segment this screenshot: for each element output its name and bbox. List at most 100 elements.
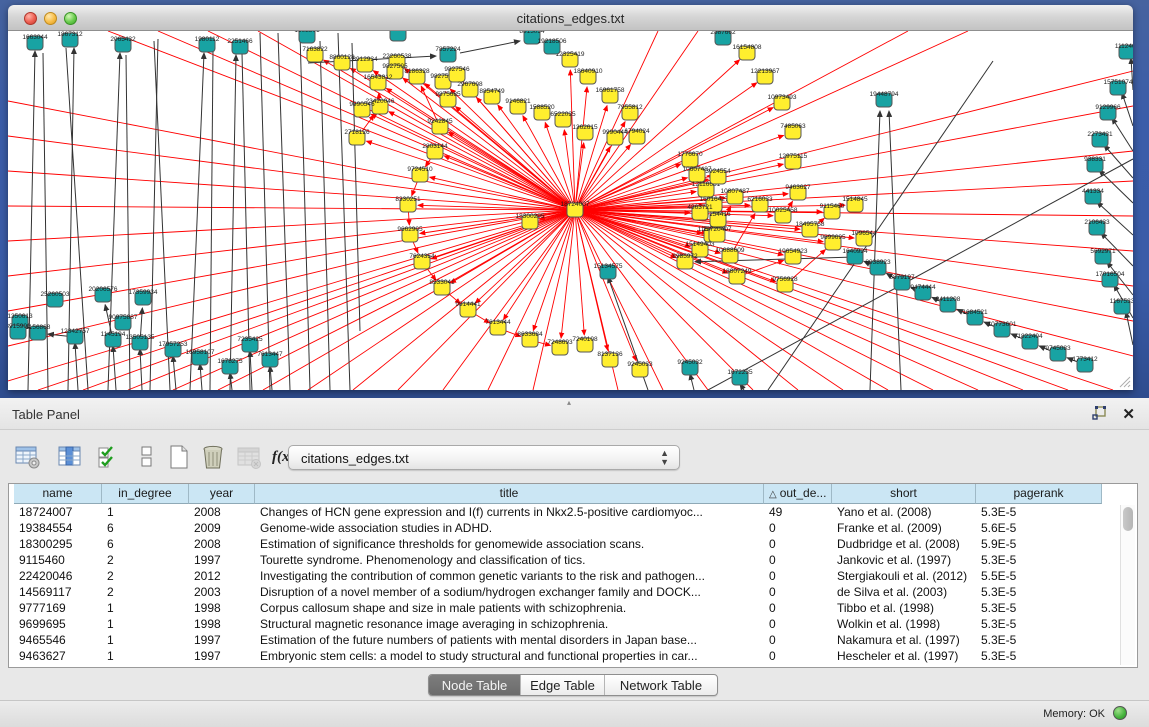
network-node[interactable]: 2273431 [1087,131,1113,147]
network-window-titlebar[interactable]: citations_edges.txt [8,5,1133,31]
scrollbar-thumb[interactable] [1123,507,1133,531]
network-node[interactable]: 8137136 [597,351,623,367]
network-node[interactable]: 1145194 [101,331,126,347]
network-node[interactable]: 19654923 [779,248,808,264]
table-row[interactable]: 911546021997Tourette syndrome. Phenomeno… [9,553,1109,569]
network-node[interactable]: 2887662 [710,31,736,45]
network-node[interactable]: 9245033 [627,361,653,377]
network-node[interactable]: 1167533 [1110,298,1133,314]
black-edge[interactable] [1122,93,1133,126]
black-edge[interactable] [708,159,1133,390]
network-node[interactable]: 17957253 [159,341,188,357]
network-node[interactable]: 16154808 [733,44,762,60]
network-node[interactable]: 1514845 [842,196,868,212]
network-node[interactable]: 1112404 [1115,43,1133,59]
splitter-handle[interactable]: ▴ [567,398,571,407]
network-node[interactable]: 8938923 [865,259,891,275]
show-column-icon[interactable] [57,444,83,470]
network-node[interactable]: 2803144 [422,143,448,159]
float-panel-icon[interactable] [1092,406,1107,421]
network-node[interactable]: 7163822 [302,46,328,62]
black-edge[interactable] [75,343,78,390]
network-node[interactable]: 9745083 [1045,345,1071,361]
column-header-title[interactable]: title [255,484,764,504]
column-header-short[interactable]: short [832,484,976,504]
network-node[interactable]: 8330251 [395,196,421,212]
table-row[interactable]: 977716911998Corpus callosum shape and si… [9,601,1109,617]
red-edge[interactable] [8,210,575,276]
black-edge[interactable] [173,356,176,390]
table-row[interactable]: 946362711997Embryonic stem cells: a mode… [9,649,1109,665]
table-row[interactable]: 969969511998Structural magnetic resonanc… [9,617,1109,633]
network-node[interactable]: 7240108 [572,336,598,352]
network-node[interactable]: 16033809 [384,31,413,41]
delete-attribute-icon[interactable] [200,444,226,470]
resize-grip-icon[interactable] [1117,374,1131,388]
table-select-dropdown[interactable]: citations_edges.txt ▲▼ [288,445,680,470]
red-edge[interactable] [308,210,575,390]
network-node[interactable]: 15134575 [594,263,623,279]
red-edge[interactable] [575,31,658,210]
network-node[interactable]: 938331 [1084,156,1106,172]
table-scrollbar[interactable] [1120,505,1135,665]
red-edge[interactable] [8,206,575,210]
network-node[interactable]: 9115460 [820,203,845,219]
network-node[interactable]: 90975887 [109,314,138,330]
red-edge[interactable] [533,210,575,390]
network-node[interactable]: 1096544 [851,230,877,246]
network-node[interactable]: 1773412 [1072,356,1098,372]
red-edge[interactable] [8,136,575,210]
network-node[interactable]: 16961758 [596,87,625,103]
tab-edge-table[interactable]: Edge Table [521,675,605,696]
column-header-in_degree[interactable]: in_degree [102,484,189,504]
network-node[interactable]: 2106433 [1084,219,1110,235]
network-node[interactable]: 10973493 [768,94,797,110]
network-node[interactable]: 18640910 [574,68,603,84]
black-edge[interactable] [210,51,213,390]
network-node[interactable]: 18807249 [723,268,752,284]
table-row[interactable]: 2242004622012Investigating the contribut… [9,569,1109,585]
table-row[interactable]: 1830029562008Estimation of significance … [9,537,1109,553]
network-node[interactable]: 9242845 [427,118,453,134]
network-node[interactable]: 1980112 [195,36,220,52]
table-settings-icon[interactable] [15,444,41,470]
red-edge[interactable] [575,210,1133,321]
tab-node-table[interactable]: Node Table [429,675,521,696]
column-header-pagerank[interactable]: pagerank [976,484,1102,504]
network-node[interactable]: 5692971 [1090,248,1116,264]
red-edge[interactable] [449,132,575,210]
table-row[interactable]: 1938455462009Genome-wide association stu… [9,521,1109,537]
network-node[interactable]: 1663044 [22,34,48,50]
select-attributes-icon[interactable] [96,444,122,470]
black-edge[interactable] [1112,118,1133,151]
network-node[interactable]: 20206576 [89,286,118,302]
black-edge[interactable] [230,55,236,390]
network-node[interactable]: 9245032 [677,359,703,375]
network-node[interactable]: 1822404 [1017,333,1043,349]
network-canvas[interactable]: 1872400718300295716382288601288912934222… [8,31,1133,390]
network-node[interactable]: 9146821 [505,98,531,114]
row-height-icon[interactable] [134,444,160,470]
network-node[interactable]: 10025458 [769,207,798,223]
network-node[interactable]: 1678275 [217,358,243,374]
table-row[interactable]: 1456911722003Disruption of a novel membe… [9,585,1109,601]
network-node[interactable]: 1362615 [572,124,598,140]
network-node[interactable]: 16543812 [364,74,393,90]
network-node[interactable]: 8533041 [429,279,455,295]
red-edge[interactable] [575,106,1133,210]
network-node[interactable]: 12325419 [556,51,585,67]
close-panel-icon[interactable]: ✕ [1122,405,1135,423]
network-node[interactable]: 7955812 [617,104,643,120]
network-node[interactable]: 7485063 [780,123,806,139]
network-node[interactable]: 1592301 [294,31,320,43]
column-header-year[interactable]: year [189,484,255,504]
network-node[interactable]: 2718126 [344,129,370,145]
network-node[interactable]: 441334 [1082,188,1104,204]
black-edge[interactable] [154,41,170,390]
network-graph[interactable]: 1872400718300295716382288601288912934222… [8,31,1133,390]
tab-network-table[interactable]: Network Table [605,675,717,696]
network-node[interactable]: 9662905 [397,226,423,242]
network-node[interactable]: 15751074 [1104,79,1133,95]
new-table-icon[interactable] [166,444,192,470]
network-node[interactable]: 6794024 [624,128,650,144]
